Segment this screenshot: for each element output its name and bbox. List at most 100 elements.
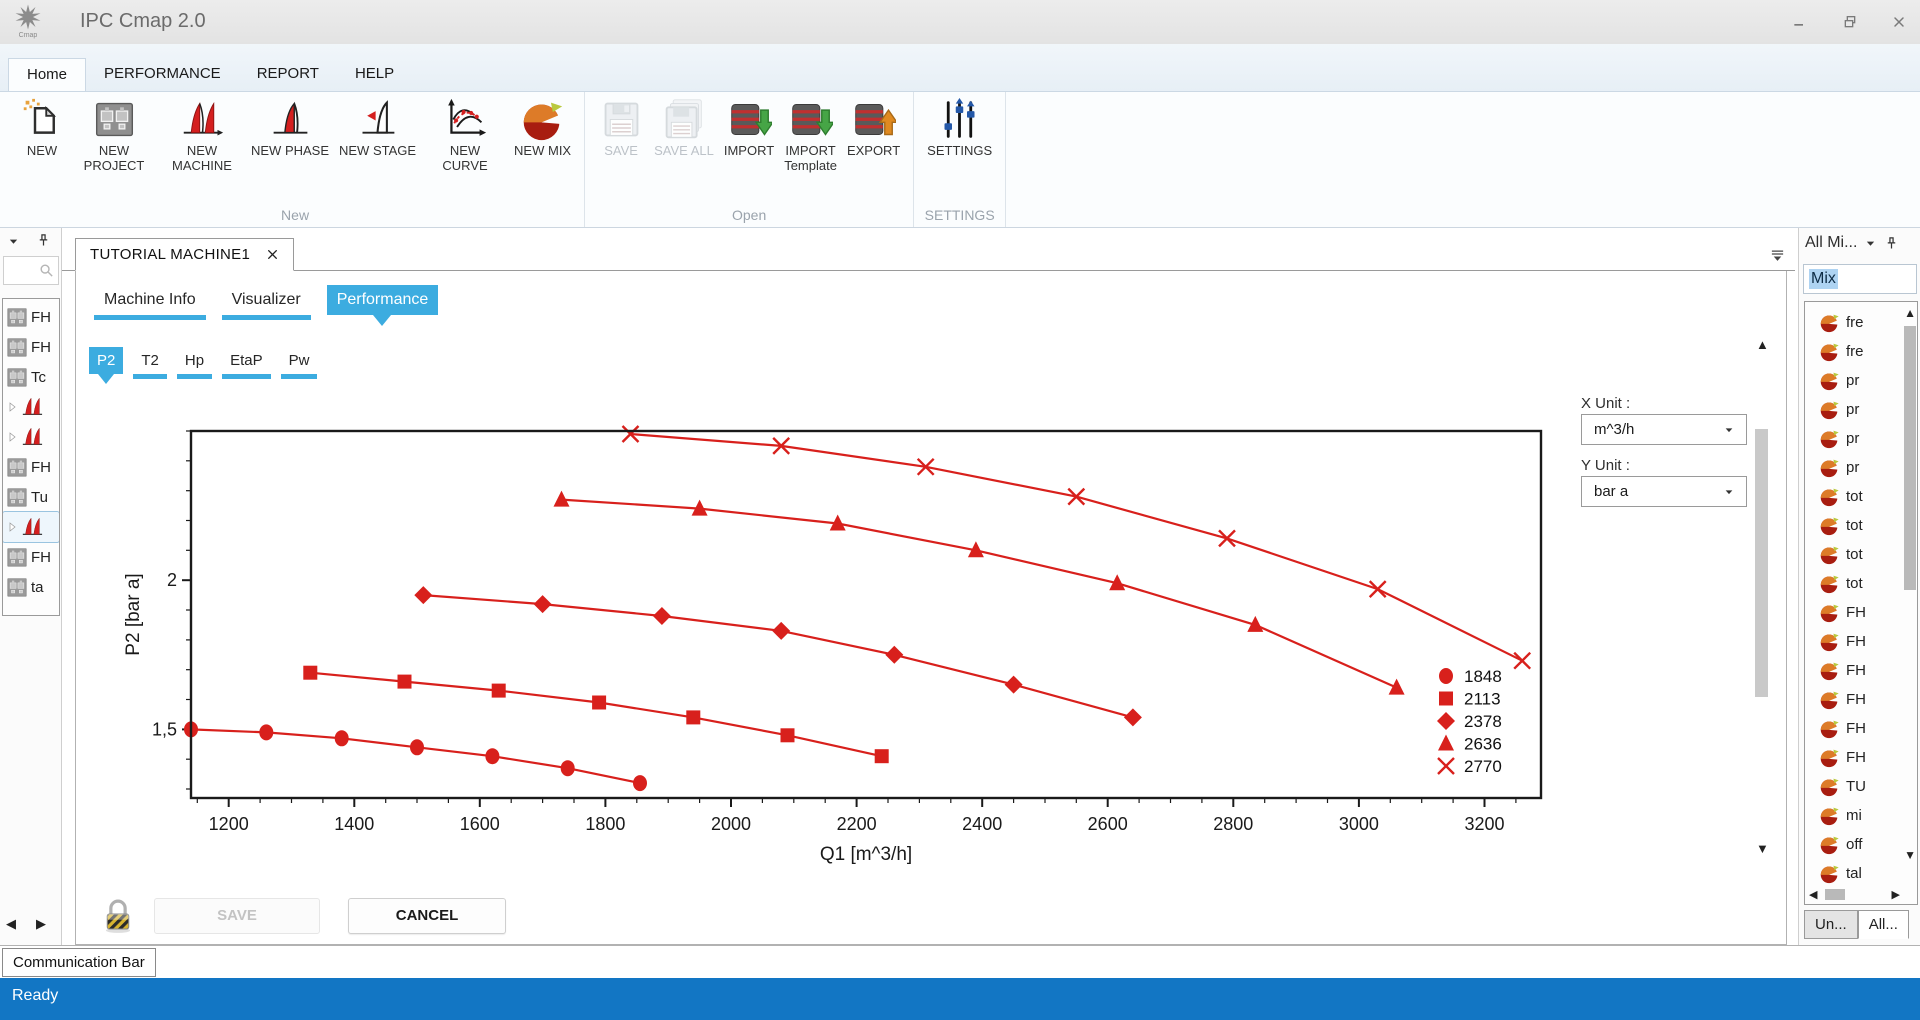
chart-tab-t2[interactable]: T2: [133, 347, 167, 374]
document-tab[interactable]: TUTORIAL MACHINE1: [75, 238, 294, 271]
list-item[interactable]: pr: [1805, 453, 1917, 482]
mix-pie-icon: [1819, 457, 1840, 478]
list-scroll-up-icon[interactable]: ▲: [1904, 306, 1916, 320]
list-item[interactable]: FH: [1805, 685, 1917, 714]
tree-scroll-right-icon[interactable]: ▶: [36, 916, 46, 932]
ribbon-tab-performance[interactable]: PERFORMANCE: [86, 58, 239, 91]
tab-list-icon[interactable]: [1770, 248, 1785, 263]
caret-down-icon[interactable]: [8, 236, 19, 247]
view-tab-performance[interactable]: Performance: [327, 285, 439, 315]
list-item[interactable]: tot: [1805, 511, 1917, 540]
new-project-button[interactable]: NEW PROJECT: [70, 95, 158, 174]
import-template-button[interactable]: IMPORT Template: [779, 95, 842, 174]
tab-close-icon[interactable]: [266, 248, 279, 261]
x-unit-select[interactable]: m^3/h: [1581, 414, 1747, 445]
list-item[interactable]: mi: [1805, 801, 1917, 830]
left-search-input[interactable]: [4, 258, 38, 283]
list-item[interactable]: tot: [1805, 482, 1917, 511]
tree-item[interactable]: [3, 512, 59, 542]
view-tab-machine-info[interactable]: Machine Info: [94, 285, 206, 315]
list-item[interactable]: fre: [1805, 337, 1917, 366]
list-item[interactable]: tot: [1805, 569, 1917, 598]
new-curve-icon: [443, 97, 488, 142]
right-panel-tab-all[interactable]: All...: [1858, 910, 1909, 939]
tree-item[interactable]: FH: [3, 332, 59, 362]
pin-icon[interactable]: [36, 233, 51, 248]
list-item[interactable]: TU: [1805, 772, 1917, 801]
import-button[interactable]: IMPORT: [719, 95, 779, 159]
tree-item[interactable]: FH: [3, 452, 59, 482]
list-item-label: tot: [1846, 546, 1863, 563]
chart-tab-pw[interactable]: Pw: [281, 347, 318, 374]
new-stage-button[interactable]: NEW STAGE: [334, 95, 421, 159]
new-mix-button[interactable]: NEW MIX: [509, 95, 576, 159]
settings-button[interactable]: SETTINGS: [922, 95, 997, 159]
ribbon-tab-bar: HomePERFORMANCEREPORTHELP: [0, 44, 1920, 92]
list-item[interactable]: tot: [1805, 540, 1917, 569]
tree-scroll-left-icon[interactable]: ◀: [6, 916, 16, 932]
footer-cancel-button[interactable]: CANCEL: [348, 898, 506, 934]
vertical-scrollbar-thumb[interactable]: [1755, 429, 1768, 697]
right-panel-title: All Mi...: [1805, 234, 1857, 252]
right-panel-tab-un[interactable]: Un...: [1804, 910, 1858, 939]
save-all-button: SAVE ALL: [649, 95, 719, 159]
tree-item[interactable]: FH: [3, 302, 59, 332]
close-button[interactable]: [1882, 10, 1916, 34]
list-item[interactable]: pr: [1805, 395, 1917, 424]
performance-chart: 1200140016001800200022002400260028003000…: [121, 418, 1581, 878]
document-tab-title: TUTORIAL MACHINE1: [90, 246, 250, 263]
new-button[interactable]: NEW: [14, 95, 70, 159]
minimize-button[interactable]: [1782, 10, 1816, 34]
list-item[interactable]: pr: [1805, 424, 1917, 453]
doc-scroll-down-icon[interactable]: ▼: [1756, 841, 1769, 856]
y-unit-select[interactable]: bar a: [1581, 476, 1747, 507]
list-item[interactable]: FH: [1805, 743, 1917, 772]
pin-icon[interactable]: [1884, 236, 1899, 251]
list-item[interactable]: tal: [1805, 859, 1917, 888]
list-scrollbar-thumb[interactable]: [1904, 326, 1916, 590]
list-item[interactable]: pr: [1805, 366, 1917, 395]
new-machine-button[interactable]: NEW MACHINE: [158, 95, 246, 174]
list-item-label: TU: [1846, 778, 1866, 795]
tree-item[interactable]: Tc: [3, 362, 59, 392]
ribbon-tab-report[interactable]: REPORT: [239, 58, 337, 91]
new-phase-button[interactable]: NEW PHASE: [246, 95, 334, 159]
list-scroll-left-icon[interactable]: ◀: [1809, 888, 1817, 901]
new-curve-button[interactable]: NEW CURVE: [421, 95, 509, 174]
doc-scroll-up-icon[interactable]: ▲: [1756, 337, 1769, 352]
caret-down-icon: [1865, 238, 1876, 249]
svg-text:2636: 2636: [1464, 735, 1502, 754]
export-button[interactable]: EXPORT: [842, 95, 905, 159]
list-hscrollbar-thumb[interactable]: [1825, 889, 1845, 900]
list-item[interactable]: FH: [1805, 714, 1917, 743]
tree-item[interactable]: FH: [3, 542, 59, 572]
list-item[interactable]: FH: [1805, 627, 1917, 656]
right-search-input[interactable]: Mix: [1803, 264, 1917, 294]
chart-tab-hp[interactable]: Hp: [177, 347, 212, 374]
tree-item[interactable]: ta: [3, 572, 59, 602]
ribbon-tab-help[interactable]: HELP: [337, 58, 412, 91]
list-item-label: FH: [1846, 720, 1866, 737]
new-mix-button-label: NEW MIX: [514, 144, 571, 159]
machine-icon: [21, 426, 43, 448]
view-tabs: Machine Info Visualizer Performance: [94, 285, 454, 315]
list-item[interactable]: FH: [1805, 598, 1917, 627]
tree-item[interactable]: [3, 392, 59, 422]
right-panel-header[interactable]: All Mi...: [1805, 234, 1917, 252]
communication-bar-label[interactable]: Communication Bar: [2, 948, 156, 977]
svg-text:2200: 2200: [837, 814, 877, 834]
ribbon-tab-home[interactable]: Home: [8, 58, 86, 91]
list-item-label: fre: [1846, 343, 1864, 360]
tree-item[interactable]: [3, 422, 59, 452]
list-item[interactable]: off: [1805, 830, 1917, 859]
list-scroll-down-icon[interactable]: ▼: [1904, 848, 1916, 862]
view-tab-visualizer[interactable]: Visualizer: [222, 285, 311, 315]
tree-item[interactable]: Tu: [3, 482, 59, 512]
list-item[interactable]: fre: [1805, 308, 1917, 337]
chart-tab-p2[interactable]: P2: [89, 347, 123, 374]
restore-button[interactable]: [1833, 10, 1867, 34]
list-scroll-right-icon[interactable]: ▶: [1891, 888, 1899, 901]
chart-tab-etap[interactable]: EtaP: [222, 347, 271, 374]
list-item[interactable]: FH: [1805, 656, 1917, 685]
search-icon: [38, 262, 55, 279]
